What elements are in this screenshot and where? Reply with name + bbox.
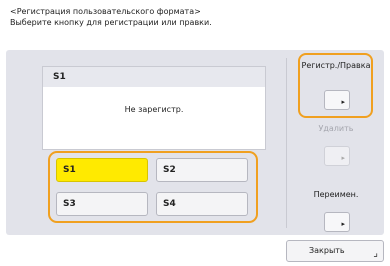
enter-corner-icon: ⌟ (373, 248, 378, 259)
panel-divider (286, 58, 287, 228)
slot-s4-button[interactable]: S4 (156, 192, 248, 216)
close-button[interactable]: Закрыть ⌟ (286, 240, 384, 262)
rename-button[interactable]: ▸ (324, 212, 350, 232)
register-edit-label: Регистр./Правка (301, 61, 371, 70)
arrow-right-icon: ▸ (341, 220, 345, 228)
card-status: Не зарегистр. (124, 105, 184, 114)
header-title: <Регистрация пользовательского формата> (10, 7, 201, 16)
delete-label: Удалить (318, 124, 354, 133)
header-instruction: Выберите кнопку для регистрации или прав… (10, 18, 212, 27)
rename-label: Переимен. (313, 190, 359, 199)
slot-s1-button[interactable]: S1 (56, 158, 148, 182)
delete-button[interactable]: ▸ (324, 146, 350, 166)
arrow-right-icon: ▸ (341, 154, 345, 162)
close-label: Закрыть (309, 246, 345, 255)
card-title: S1 (43, 67, 265, 87)
register-edit-button[interactable]: ▸ (324, 90, 350, 110)
format-preview-card: S1 Не зарегистр. (42, 66, 266, 150)
arrow-right-icon: ▸ (341, 98, 345, 106)
slot-s2-button[interactable]: S2 (156, 158, 248, 182)
page-header: <Регистрация пользовательского формата> … (10, 6, 212, 28)
slot-s3-button[interactable]: S3 (56, 192, 148, 216)
